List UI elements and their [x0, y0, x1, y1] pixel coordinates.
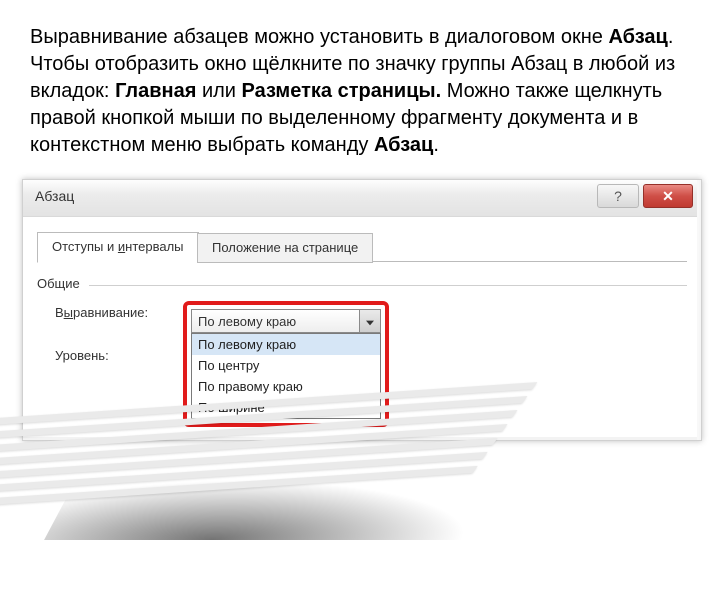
- close-button[interactable]: ✕: [643, 184, 693, 208]
- text: Выравнивание абзацев можно установить в …: [30, 26, 608, 48]
- window-buttons: ? ✕: [597, 184, 693, 208]
- tab-position-on-page[interactable]: Положение на странице: [197, 233, 373, 263]
- bold: Главная: [115, 80, 196, 102]
- slide-shadow: [44, 480, 496, 540]
- bold: Разметка страницы.: [242, 80, 442, 102]
- bold: Абзац: [374, 134, 433, 156]
- group-label: Общие: [37, 276, 80, 291]
- help-icon: ?: [614, 188, 622, 204]
- label-level: Уровень:: [37, 348, 185, 363]
- tab-label: Положение на странице: [212, 240, 358, 255]
- combobox-button[interactable]: [359, 310, 380, 332]
- combobox-value: По левому краю: [192, 314, 359, 329]
- alignment-combobox[interactable]: По левому краю: [191, 309, 381, 333]
- dialog-titlebar: Абзац ? ✕: [23, 180, 701, 217]
- highlight-box: По левому краю По левому краю По центру …: [183, 301, 389, 427]
- text: .: [433, 134, 439, 156]
- group-general: Общие: [37, 276, 687, 291]
- dialog-body: Отступы и интервалы Положение на страниц…: [23, 217, 701, 437]
- dialog-screenshot: Абзац ? ✕ Отступы и интервалы Положение …: [22, 179, 702, 441]
- chevron-down-icon: [366, 314, 374, 329]
- help-button[interactable]: ?: [597, 184, 639, 208]
- label-alignment: Выравнивание:: [37, 305, 185, 320]
- group-separator: [89, 285, 687, 286]
- tab-label: Отступы и интервалы: [52, 239, 184, 254]
- alignment-dropdown: По левому краю По центру По правому краю…: [191, 333, 381, 419]
- option-left[interactable]: По левому краю: [192, 334, 380, 355]
- close-icon: ✕: [662, 188, 674, 205]
- tab-indents-spacing[interactable]: Отступы и интервалы: [37, 232, 199, 263]
- bold: Абзац: [608, 26, 667, 48]
- tab-row: Отступы и интервалы Положение на страниц…: [37, 227, 687, 262]
- option-right[interactable]: По правому краю: [192, 376, 380, 397]
- option-justify[interactable]: По ширине: [192, 397, 380, 418]
- dialog-title: Абзац: [35, 188, 74, 204]
- instruction-paragraph: Выравнивание абзацев можно установить в …: [0, 0, 720, 169]
- option-center[interactable]: По центру: [192, 355, 380, 376]
- crop-edge: [697, 180, 702, 440]
- text: или: [196, 80, 241, 102]
